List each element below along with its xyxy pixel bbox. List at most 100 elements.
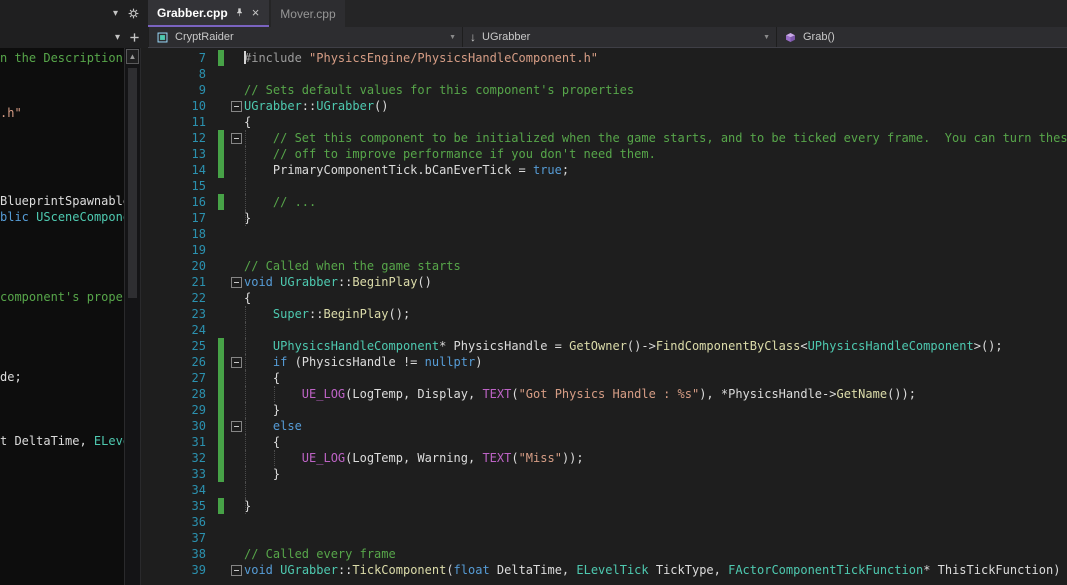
code-text[interactable]	[244, 482, 1067, 498]
fold-toggle-icon[interactable]	[231, 132, 242, 144]
breakpoint-gutter[interactable]	[141, 322, 187, 338]
breakpoint-gutter[interactable]	[141, 530, 187, 546]
breakpoint-gutter[interactable]	[141, 66, 187, 82]
code-text[interactable]: }	[244, 402, 1067, 418]
code-fragment[interactable]: t DeltaTime, ELeve	[0, 433, 124, 449]
indent-guide	[245, 498, 246, 514]
code-text[interactable]	[244, 242, 1067, 258]
code-token: GetName	[836, 387, 888, 401]
fold-toggle-icon[interactable]	[231, 420, 242, 432]
close-icon[interactable]: ×	[251, 6, 261, 19]
code-text[interactable]: PrimaryComponentTick.bCanEverTick = true…	[244, 162, 1067, 178]
fold-column	[229, 82, 244, 98]
fold-toggle-icon[interactable]	[231, 100, 242, 112]
breakpoint-gutter[interactable]	[141, 418, 187, 434]
code-text[interactable]: // ...	[244, 194, 1067, 210]
pin-icon[interactable]	[234, 7, 245, 18]
code-text[interactable]: // Called every frame	[244, 546, 1067, 562]
chevron-down-icon[interactable]: ▾	[115, 32, 120, 43]
code-text[interactable]: {	[244, 370, 1067, 386]
code-text[interactable]: if (PhysicsHandle != nullptr)	[244, 354, 1067, 370]
breakpoint-gutter[interactable]	[141, 194, 187, 210]
code-text[interactable]: {	[244, 434, 1067, 450]
breakpoint-gutter[interactable]	[141, 562, 187, 578]
code-text[interactable]: }	[244, 210, 1067, 226]
breakpoint-gutter[interactable]	[141, 98, 187, 114]
breakpoint-gutter[interactable]	[141, 466, 187, 482]
breakpoint-gutter[interactable]	[141, 178, 187, 194]
breakpoint-gutter[interactable]	[141, 546, 187, 562]
breakpoint-gutter[interactable]	[141, 354, 187, 370]
scroll-up-button[interactable]: ▲	[126, 49, 139, 64]
code-text[interactable]: UPhysicsHandleComponent* PhysicsHandle =…	[244, 338, 1067, 354]
gear-icon[interactable]	[127, 7, 140, 20]
code-text[interactable]	[244, 178, 1067, 194]
code-fragment[interactable]: BlueprintSpawnable	[0, 193, 124, 209]
breakpoint-gutter[interactable]	[141, 514, 187, 530]
breakpoint-gutter[interactable]	[141, 482, 187, 498]
change-tracking-column	[213, 450, 229, 466]
code-text[interactable]: void UGrabber::BeginPlay()	[244, 274, 1067, 290]
breakpoint-gutter[interactable]	[141, 130, 187, 146]
code-text[interactable]: UGrabber::UGrabber()	[244, 98, 1067, 114]
breakpoint-gutter[interactable]	[141, 114, 187, 130]
breakpoint-gutter[interactable]	[141, 450, 187, 466]
code-text[interactable]: UE_LOG(LogTemp, Display, TEXT("Got Physi…	[244, 386, 1067, 402]
breakpoint-gutter[interactable]	[141, 226, 187, 242]
code-text[interactable]: UE_LOG(LogTemp, Warning, TEXT("Miss"));	[244, 450, 1067, 466]
code-text[interactable]: }	[244, 498, 1067, 514]
code-text[interactable]	[244, 530, 1067, 546]
breakpoint-gutter[interactable]	[141, 402, 187, 418]
breakpoint-gutter[interactable]	[141, 290, 187, 306]
tab-grabber-cpp[interactable]: Grabber.cpp ×	[148, 0, 270, 27]
breakpoint-gutter[interactable]	[141, 338, 187, 354]
project-dropdown[interactable]: CryptRaider ▼	[148, 27, 462, 47]
code-text[interactable]	[244, 322, 1067, 338]
breakpoint-gutter[interactable]	[141, 210, 187, 226]
breakpoint-gutter[interactable]	[141, 258, 187, 274]
fold-toggle-icon[interactable]	[231, 276, 242, 288]
code-text[interactable]: Super::BeginPlay();	[244, 306, 1067, 322]
breakpoint-gutter[interactable]	[141, 498, 187, 514]
breakpoint-gutter[interactable]	[141, 162, 187, 178]
breakpoint-gutter[interactable]	[141, 386, 187, 402]
code-text[interactable]: #include "PhysicsEngine/PhysicsHandleCom…	[244, 50, 1067, 66]
code-fragment[interactable]: n the Description	[0, 50, 123, 66]
code-fragment[interactable]: de;	[0, 369, 22, 385]
code-text[interactable]	[244, 226, 1067, 242]
type-dropdown[interactable]: ↓ UGrabber ▼	[462, 27, 776, 47]
breakpoint-gutter[interactable]	[141, 434, 187, 450]
breakpoint-gutter[interactable]	[141, 242, 187, 258]
fold-toggle-icon[interactable]	[231, 356, 242, 368]
split-icon[interactable]	[129, 32, 140, 43]
fold-toggle-icon[interactable]	[231, 564, 242, 576]
code-fragment[interactable]: component's prope	[0, 289, 123, 305]
breakpoint-gutter[interactable]	[141, 306, 187, 322]
code-text[interactable]	[244, 514, 1067, 530]
tab-mover-cpp[interactable]: Mover.cpp	[271, 0, 345, 27]
code-fragment[interactable]: .h"	[0, 105, 22, 121]
breakpoint-gutter[interactable]	[141, 50, 187, 66]
code-text[interactable]: {	[244, 290, 1067, 306]
left-editor-pane[interactable]: n the Description .h" BlueprintSpawnable bl…	[0, 48, 124, 585]
breakpoint-gutter[interactable]	[141, 146, 187, 162]
code-text[interactable]: {	[244, 114, 1067, 130]
line-number: 25	[191, 339, 206, 353]
code-fragment[interactable]: blic USceneCompone	[0, 209, 124, 225]
code-text[interactable]: // Called when the game starts	[244, 258, 1067, 274]
code-text[interactable]: }	[244, 466, 1067, 482]
code-editor[interactable]: 7 #include "PhysicsEngine/PhysicsHandleCo…	[141, 48, 1067, 585]
chevron-down-icon[interactable]: ▾	[113, 8, 118, 19]
code-text[interactable]	[244, 66, 1067, 82]
code-text[interactable]: else	[244, 418, 1067, 434]
breakpoint-gutter[interactable]	[141, 370, 187, 386]
code-text[interactable]: // off to improve performance if you don…	[244, 146, 1067, 162]
code-text[interactable]: void UGrabber::TickComponent(float Delta…	[244, 562, 1067, 578]
member-dropdown[interactable]: Grab()	[776, 27, 1067, 47]
code-text[interactable]: // Sets default values for this componen…	[244, 82, 1067, 98]
breakpoint-gutter[interactable]	[141, 274, 187, 290]
breakpoint-gutter[interactable]	[141, 82, 187, 98]
code-text[interactable]: // Set this component to be initialized …	[244, 130, 1067, 146]
scrollbar-thumb[interactable]	[128, 68, 137, 298]
